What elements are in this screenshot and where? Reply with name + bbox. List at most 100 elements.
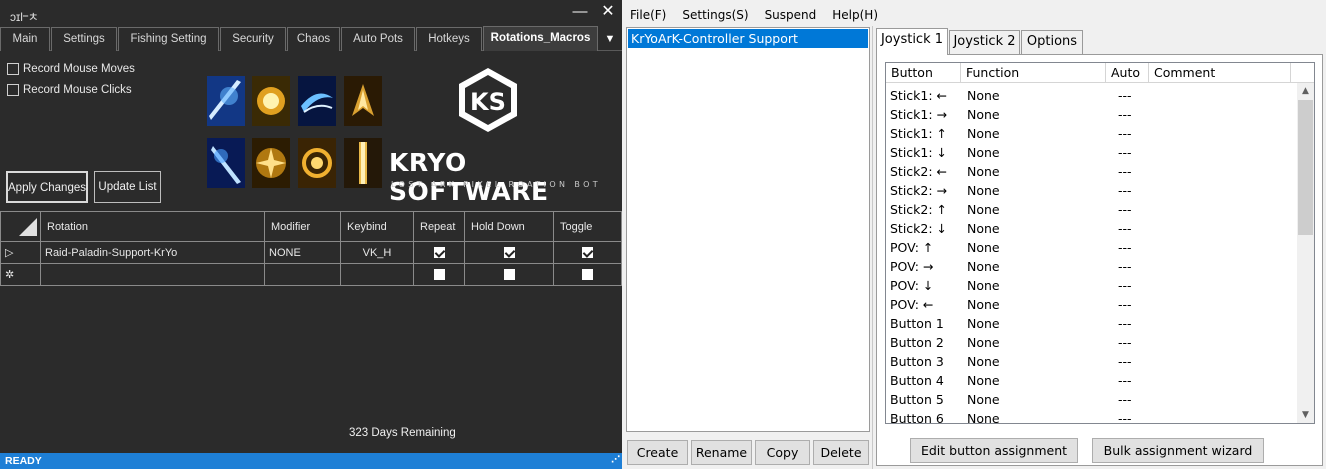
table-row[interactable]: Stick1: ↓ None --- <box>886 143 1304 162</box>
checkbox-box[interactable] <box>7 84 19 96</box>
function-cell: None <box>967 107 1000 122</box>
tab-joystick-2[interactable]: Joystick 2 <box>949 30 1020 54</box>
list-item-profile-selected[interactable]: KrYoArK-Controller Support <box>628 29 868 48</box>
rename-profile-button[interactable]: Rename <box>691 440 752 465</box>
hold-down-checkbox[interactable] <box>503 247 515 259</box>
toggle-checkbox[interactable] <box>582 247 593 259</box>
table-row[interactable]: POV: ← None --- <box>886 295 1304 314</box>
toggle-checkbox[interactable] <box>582 269 593 281</box>
tab-auto-pots[interactable]: Auto Pots <box>341 27 415 51</box>
resize-grip-icon[interactable]: ⋰ <box>611 451 620 468</box>
minimize-button[interactable]: — <box>566 1 594 23</box>
apply-changes-button[interactable]: Apply Changes <box>6 171 88 203</box>
menu-file[interactable]: File(F) <box>622 6 674 24</box>
tab-options[interactable]: Options <box>1021 30 1083 54</box>
table-row[interactable]: POV: → None --- <box>886 257 1304 276</box>
column-header-repeat[interactable]: Repeat <box>413 211 465 242</box>
rotation-cell[interactable]: Raid-Paladin-Support-KrYo <box>40 241 265 264</box>
tab-main[interactable]: Main <box>0 27 50 51</box>
copy-profile-button[interactable]: Copy <box>755 440 810 465</box>
table-row[interactable]: Button 3 None --- <box>886 352 1304 371</box>
keybind-cell[interactable]: VK_H <box>340 241 414 264</box>
auto-cell: --- <box>1118 278 1132 293</box>
column-header-toggle[interactable]: Toggle <box>553 211 622 242</box>
tab-chaos[interactable]: Chaos <box>287 27 340 51</box>
scroll-down-arrow-icon[interactable]: ▼ <box>1297 407 1314 423</box>
tab-joystick-1[interactable]: Joystick 1 <box>876 28 948 55</box>
table-row[interactable]: ▷ Raid-Paladin-Support-KrYo NONE VK_H <box>0 241 622 264</box>
tab-security[interactable]: Security <box>220 27 286 51</box>
tab-fishing-setting[interactable]: Fishing Setting <box>118 27 219 51</box>
table-row[interactable]: Stick2: ↑ None --- <box>886 200 1304 219</box>
keybind-cell[interactable] <box>340 263 414 286</box>
table-row[interactable]: Stick2: → None --- <box>886 181 1304 200</box>
toggle-cell[interactable] <box>553 263 622 286</box>
table-row[interactable]: Button 6 None --- <box>886 409 1304 423</box>
menu-bar: File(F) Settings(S) Suspend Help(H) <box>622 6 886 24</box>
modifier-cell[interactable]: NONE <box>264 241 341 264</box>
table-row[interactable]: Button 1 None --- <box>886 314 1304 333</box>
svg-text:KS: KS <box>470 88 506 116</box>
tab-hotkeys[interactable]: Hotkeys <box>416 27 482 51</box>
corner-triangle-icon <box>19 218 37 236</box>
column-header-auto[interactable]: Auto <box>1106 63 1149 83</box>
close-button[interactable]: ✕ <box>594 1 622 23</box>
table-row[interactable]: POV: ↓ None --- <box>886 276 1304 295</box>
repeat-checkbox[interactable] <box>433 247 445 259</box>
auto-cell: --- <box>1118 354 1132 369</box>
record-mouse-clicks-checkbox[interactable]: Record Mouse Clicks <box>7 82 132 98</box>
column-header-hold-down[interactable]: Hold Down <box>464 211 554 242</box>
skill-icon-golden-swirl <box>298 138 336 188</box>
table-row[interactable]: POV: ↑ None --- <box>886 238 1304 257</box>
modifier-cell[interactable] <box>264 263 341 286</box>
vertical-scrollbar[interactable]: ▲ ▼ <box>1297 83 1314 423</box>
table-row[interactable]: Stick1: → None --- <box>886 105 1304 124</box>
checkbox-box[interactable] <box>7 63 19 75</box>
edit-button-assignment-button[interactable]: Edit button assignment <box>910 438 1078 463</box>
table-row[interactable]: Button 2 None --- <box>886 333 1304 352</box>
menu-help[interactable]: Help(H) <box>824 6 886 24</box>
repeat-cell[interactable] <box>413 241 465 264</box>
scrollbar-thumb[interactable] <box>1298 100 1313 235</box>
repeat-cell[interactable] <box>413 263 465 286</box>
tab-rotations-macros[interactable]: Rotations_Macros <box>483 26 598 52</box>
select-all-corner[interactable] <box>0 211 41 242</box>
table-row[interactable]: Stick2: ← None --- <box>886 162 1304 181</box>
column-header-keybind[interactable]: Keybind <box>340 211 414 242</box>
profile-list[interactable]: KrYoArK-Controller Support <box>626 27 870 432</box>
column-header-button[interactable]: Button <box>886 63 961 83</box>
hold-down-checkbox[interactable] <box>503 269 515 281</box>
column-header-function[interactable]: Function <box>961 63 1106 83</box>
delete-profile-button[interactable]: Delete <box>813 440 869 465</box>
table-row[interactable]: Stick1: ↑ None --- <box>886 124 1304 143</box>
tab-settings[interactable]: Settings <box>51 27 117 51</box>
table-row-new[interactable]: ✲ <box>0 263 622 286</box>
record-mouse-moves-checkbox[interactable]: Record Mouse Moves <box>7 61 135 77</box>
toggle-cell[interactable] <box>553 241 622 264</box>
table-row[interactable]: Button 4 None --- <box>886 371 1304 390</box>
menu-settings[interactable]: Settings(S) <box>674 6 756 24</box>
column-header-modifier[interactable]: Modifier <box>264 211 341 242</box>
table-row[interactable]: Stick2: ↓ None --- <box>886 219 1304 238</box>
auto-cell: --- <box>1118 316 1132 331</box>
hold-down-cell[interactable] <box>464 241 554 264</box>
skill-icon-golden-wings <box>344 76 382 126</box>
menu-suspend[interactable]: Suspend <box>757 6 825 24</box>
column-header-rotation[interactable]: Rotation <box>40 211 265 242</box>
button-cell: Stick1: ↓ <box>890 145 948 160</box>
update-list-button[interactable]: Update List <box>94 171 161 203</box>
create-profile-button[interactable]: Create <box>627 440 688 465</box>
skill-icon-blue-wave <box>298 76 336 126</box>
bulk-assignment-wizard-button[interactable]: Bulk assignment wizard <box>1092 438 1264 463</box>
checkbox-label: Record Mouse Clicks <box>23 84 132 96</box>
table-row[interactable]: Stick1: ← None --- <box>886 86 1304 105</box>
tab-overflow-dropdown-icon[interactable]: ▼ <box>600 30 620 48</box>
hold-down-cell[interactable] <box>464 263 554 286</box>
column-header-comment[interactable]: Comment <box>1149 63 1291 83</box>
scroll-up-arrow-icon[interactable]: ▲ <box>1297 83 1314 100</box>
rotation-cell[interactable] <box>40 263 265 286</box>
repeat-checkbox[interactable] <box>433 269 445 281</box>
pane-splitter[interactable] <box>872 26 873 469</box>
button-assignment-list[interactable]: Button Function Auto Comment Stick1: ← No… <box>885 62 1315 424</box>
table-row[interactable]: Button 5 None --- <box>886 390 1304 409</box>
